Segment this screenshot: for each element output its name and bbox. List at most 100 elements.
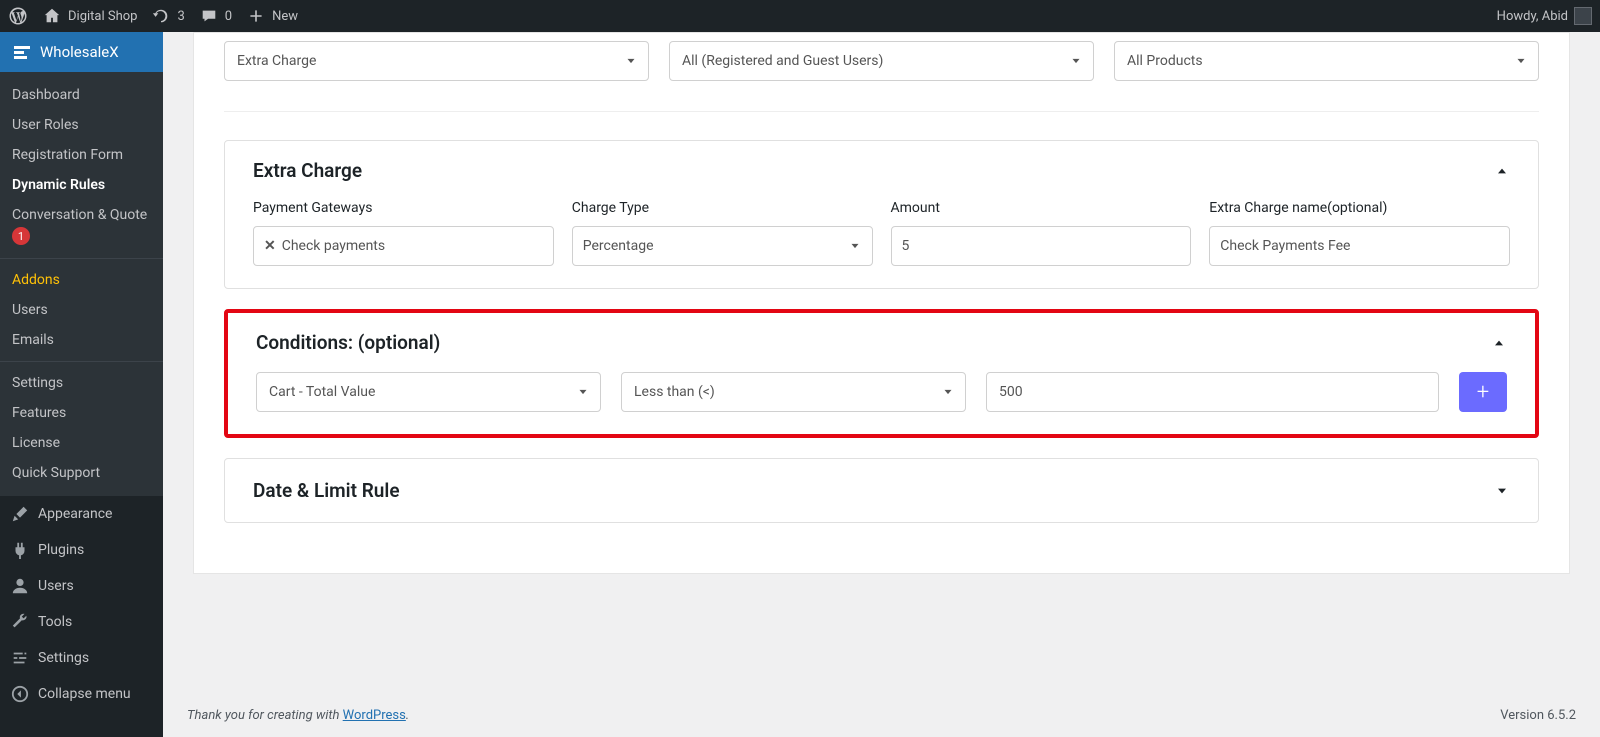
admin-footer: Thank you for creating with WordPress. V… — [163, 694, 1600, 737]
comments-link[interactable]: 0 — [199, 6, 232, 26]
howdy-link[interactable]: Howdy, Abid — [1497, 7, 1592, 25]
condition-operator-select[interactable]: Less than (<) — [621, 372, 966, 412]
chevron-down-icon — [576, 385, 590, 399]
sidebar-item-quick-support[interactable]: Quick Support — [0, 458, 163, 488]
site-name: Digital Shop — [68, 9, 137, 24]
conditions-body: Cart - Total Value Less than (<) + — [228, 372, 1535, 434]
conditions-card: Conditions: (optional) Cart - Total Valu… — [224, 309, 1539, 438]
wordpress-icon — [8, 6, 28, 26]
amount-input-wrap — [891, 226, 1192, 266]
chip-label: Check payments — [282, 238, 385, 254]
updates-link[interactable]: 3 — [151, 6, 184, 26]
notification-badge: 1 — [12, 227, 30, 245]
payment-gateways-input[interactable]: ✕ Check payments — [253, 226, 554, 266]
plus-icon: + — [1477, 380, 1489, 405]
amount-field: Amount — [891, 200, 1192, 266]
plug-icon — [10, 540, 30, 560]
charge-type-field: Charge Type Percentage — [572, 200, 873, 266]
chevron-down-icon — [848, 239, 862, 253]
field-label: Charge Type — [572, 200, 873, 216]
chevron-down-icon — [1069, 54, 1083, 68]
sidebar-item-users[interactable]: Users — [0, 295, 163, 325]
sidebar-item-license[interactable]: License — [0, 428, 163, 458]
separator — [0, 258, 163, 259]
rule-type-select[interactable]: Extra Charge — [224, 41, 649, 81]
user-icon — [10, 576, 30, 596]
version-text: Version 6.5.2 — [1500, 708, 1576, 723]
date-limit-header[interactable]: Date & Limit Rule — [225, 459, 1538, 522]
sidebar-item-main-settings[interactable]: Settings — [0, 640, 163, 676]
new-link[interactable]: New — [246, 6, 298, 26]
chevron-down-icon — [1514, 54, 1528, 68]
user-filter-select[interactable]: All (Registered and Guest Users) — [669, 41, 1094, 81]
sidebar-item-dashboard[interactable]: Dashboard — [0, 80, 163, 110]
home-icon — [42, 6, 62, 26]
wp-logo[interactable] — [8, 6, 28, 26]
field-label: Extra Charge name(optional) — [1209, 200, 1510, 216]
chevron-up-icon — [1494, 163, 1510, 179]
footer-thanks: Thank you for creating with WordPress. — [187, 708, 409, 723]
chip-remove-icon[interactable]: ✕ — [264, 238, 276, 254]
chevron-down-icon — [941, 385, 955, 399]
product-filter-select[interactable]: All Products — [1114, 41, 1539, 81]
sidebar-item-plugins[interactable]: Plugins — [0, 532, 163, 568]
conditions-header[interactable]: Conditions: (optional) — [228, 313, 1535, 372]
condition-value-wrap — [986, 372, 1439, 412]
wordpress-link[interactable]: WordPress — [343, 708, 406, 723]
field-label: Payment Gateways — [253, 200, 554, 216]
admin-sidebar: WholesaleX Dashboard User Roles Registra… — [0, 32, 163, 737]
amount-input[interactable] — [902, 238, 1181, 254]
updates-count: 3 — [177, 9, 184, 24]
sidebar-item-tools[interactable]: Tools — [0, 604, 163, 640]
separator — [0, 361, 163, 362]
sidebar-item-features[interactable]: Features — [0, 398, 163, 428]
field-label: Amount — [891, 200, 1192, 216]
avatar-icon — [1574, 7, 1592, 25]
sidebar-item-registration-form[interactable]: Registration Form — [0, 140, 163, 170]
charge-type-select[interactable]: Percentage — [572, 226, 873, 266]
sidebar-item-dynamic-rules[interactable]: Dynamic Rules — [0, 170, 163, 200]
sidebar-item-main-users[interactable]: Users — [0, 568, 163, 604]
sliders-icon — [10, 648, 30, 668]
charge-name-input-wrap — [1209, 226, 1510, 266]
updates-icon — [151, 6, 171, 26]
admin-bar: Digital Shop 3 0 New Howdy, Abid — [0, 0, 1600, 32]
condition-value-input[interactable] — [999, 384, 1426, 400]
chevron-down-icon — [1494, 483, 1510, 499]
chevron-down-icon — [624, 54, 638, 68]
main-content: Extra Charge All (Registered and Guest U… — [163, 32, 1600, 737]
plus-icon — [246, 6, 266, 26]
admin-bar-right: Howdy, Abid — [1497, 7, 1592, 25]
card-title: Date & Limit Rule — [253, 479, 400, 502]
condition-row: Cart - Total Value Less than (<) + — [256, 372, 1507, 412]
charge-name-field: Extra Charge name(optional) — [1209, 200, 1510, 266]
extra-charge-header[interactable]: Extra Charge — [225, 141, 1538, 200]
site-name-link[interactable]: Digital Shop — [42, 6, 137, 26]
charge-name-input[interactable] — [1220, 238, 1499, 254]
sidebar-item-collapse[interactable]: Collapse menu — [0, 676, 163, 712]
chevron-up-icon — [1491, 335, 1507, 351]
comments-icon — [199, 6, 219, 26]
sidebar-item-conversation-quote[interactable]: Conversation & Quote 1 — [0, 200, 163, 252]
sidebar-item-addons[interactable]: Addons — [0, 265, 163, 295]
sidebar-item-settings[interactable]: Settings — [0, 368, 163, 398]
plugin-name: WholesaleX — [40, 43, 119, 61]
sidebar-item-emails[interactable]: Emails — [0, 325, 163, 355]
wholesalex-submenu: Dashboard User Roles Registration Form D… — [0, 72, 163, 496]
sidebar-item-wholesalex[interactable]: WholesaleX — [0, 32, 163, 72]
admin-bar-left: Digital Shop 3 0 New — [8, 6, 298, 26]
collapse-icon — [10, 684, 30, 704]
condition-type-select[interactable]: Cart - Total Value — [256, 372, 601, 412]
wholesalex-icon — [12, 42, 32, 62]
payment-gateways-field: Payment Gateways ✕ Check payments — [253, 200, 554, 266]
brush-icon — [10, 504, 30, 524]
extra-charge-card: Extra Charge Payment Gateways ✕ Check pa… — [224, 140, 1539, 289]
top-selects-row: Extra Charge All (Registered and Guest U… — [224, 33, 1539, 112]
sidebar-item-user-roles[interactable]: User Roles — [0, 110, 163, 140]
add-condition-button[interactable]: + — [1459, 372, 1507, 412]
howdy-text: Howdy, Abid — [1497, 9, 1568, 24]
sidebar-item-appearance[interactable]: Appearance — [0, 496, 163, 532]
card-title: Extra Charge — [253, 159, 362, 182]
extra-charge-body: Payment Gateways ✕ Check payments Charge… — [225, 200, 1538, 288]
wrench-icon — [10, 612, 30, 632]
